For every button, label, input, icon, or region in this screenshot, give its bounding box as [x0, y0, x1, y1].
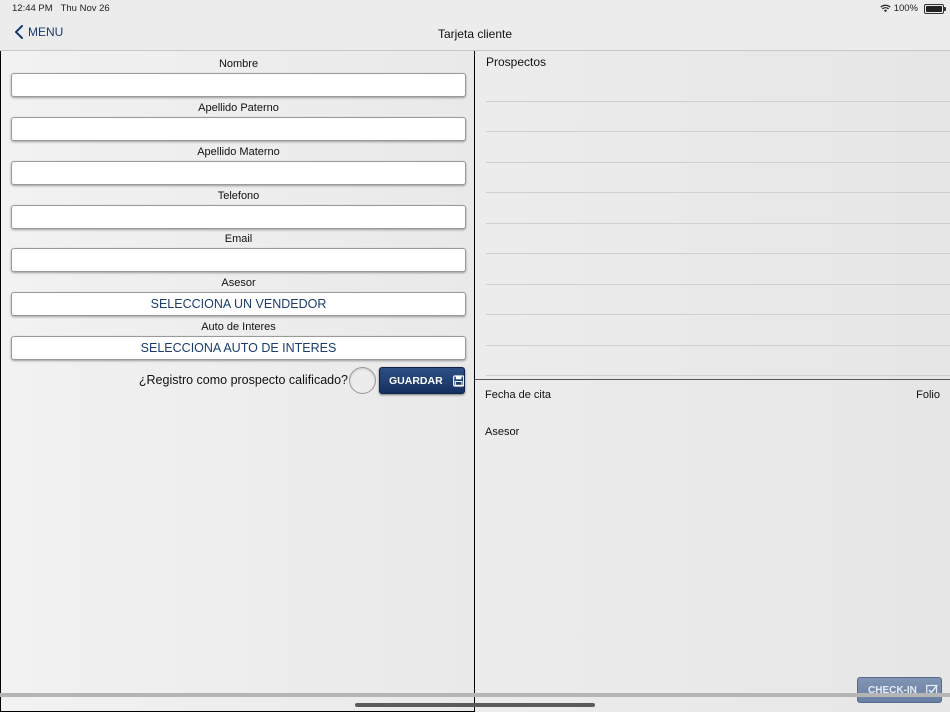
apellido-materno-label: Apellido Materno: [197, 146, 280, 158]
apellido-paterno-label: Apellido Paterno: [198, 102, 279, 114]
telefono-label: Telefono: [217, 190, 260, 202]
qualified-prospect-toggle[interactable]: [349, 367, 376, 394]
wifi-icon: [879, 4, 891, 13]
prospects-panel: Prospectos Fecha de cita Folio Asesor CH…: [475, 51, 950, 712]
list-item[interactable]: [486, 133, 950, 163]
qualified-prospect-row: ¿Registro como prospecto calificado? GUA…: [1, 365, 476, 395]
navigation-bar: MENU Tarjeta cliente: [0, 18, 950, 51]
floppy-disk-icon: [452, 374, 464, 387]
bottom-strip: [0, 693, 950, 697]
home-indicator[interactable]: [355, 703, 595, 707]
asesor-detail-label: Asesor: [485, 426, 520, 438]
auto-interes-select[interactable]: SELECCIONA AUTO DE INTERES: [11, 336, 466, 360]
folio-label: Folio: [916, 389, 940, 401]
list-item[interactable]: [486, 102, 950, 132]
qualified-prospect-label: ¿Registro como prospecto calificado?: [138, 373, 348, 387]
list-item[interactable]: [486, 194, 950, 224]
nombre-input[interactable]: [11, 73, 466, 97]
list-item[interactable]: [486, 163, 950, 193]
telefono-input[interactable]: [11, 205, 466, 229]
nombre-label: Nombre: [218, 58, 259, 70]
apellido-materno-input[interactable]: [11, 161, 466, 185]
apellido-paterno-input[interactable]: [11, 117, 466, 141]
prospects-list: Prospectos: [475, 51, 950, 380]
list-item[interactable]: [486, 285, 950, 315]
status-bar: 12:44 PM Thu Nov 26 100%: [0, 0, 950, 18]
client-form-panel: Nombre Apellido Paterno Apellido Materno…: [0, 51, 475, 712]
list-item[interactable]: [486, 255, 950, 285]
list-item[interactable]: [486, 224, 950, 254]
status-time: 12:44 PM Thu Nov 26: [12, 3, 110, 14]
email-input[interactable]: [11, 248, 466, 272]
save-button[interactable]: GUARDAR: [379, 367, 465, 394]
save-button-label: GUARDAR: [389, 374, 443, 387]
status-time-text: 12:44 PM: [12, 3, 53, 14]
fecha-cita-label: Fecha de cita: [485, 389, 552, 401]
status-indicators: 100%: [879, 3, 918, 14]
auto-interes-label: Auto de Interes: [201, 321, 276, 333]
page-title: Tarjeta cliente: [437, 27, 513, 41]
asesor-select[interactable]: SELECCIONA UN VENDEDOR: [11, 292, 466, 316]
email-label: Email: [224, 233, 253, 245]
prospects-title: Prospectos: [486, 55, 547, 69]
battery-icon: [924, 4, 946, 14]
list-item[interactable]: [486, 72, 950, 102]
list-item[interactable]: [486, 346, 950, 376]
asesor-label: Asesor: [221, 277, 256, 289]
check-in-button[interactable]: CHECK-IN: [857, 677, 942, 703]
list-item[interactable]: [486, 316, 950, 346]
battery-percent: 100%: [893, 3, 918, 14]
status-date-text: Thu Nov 26: [60, 3, 110, 14]
